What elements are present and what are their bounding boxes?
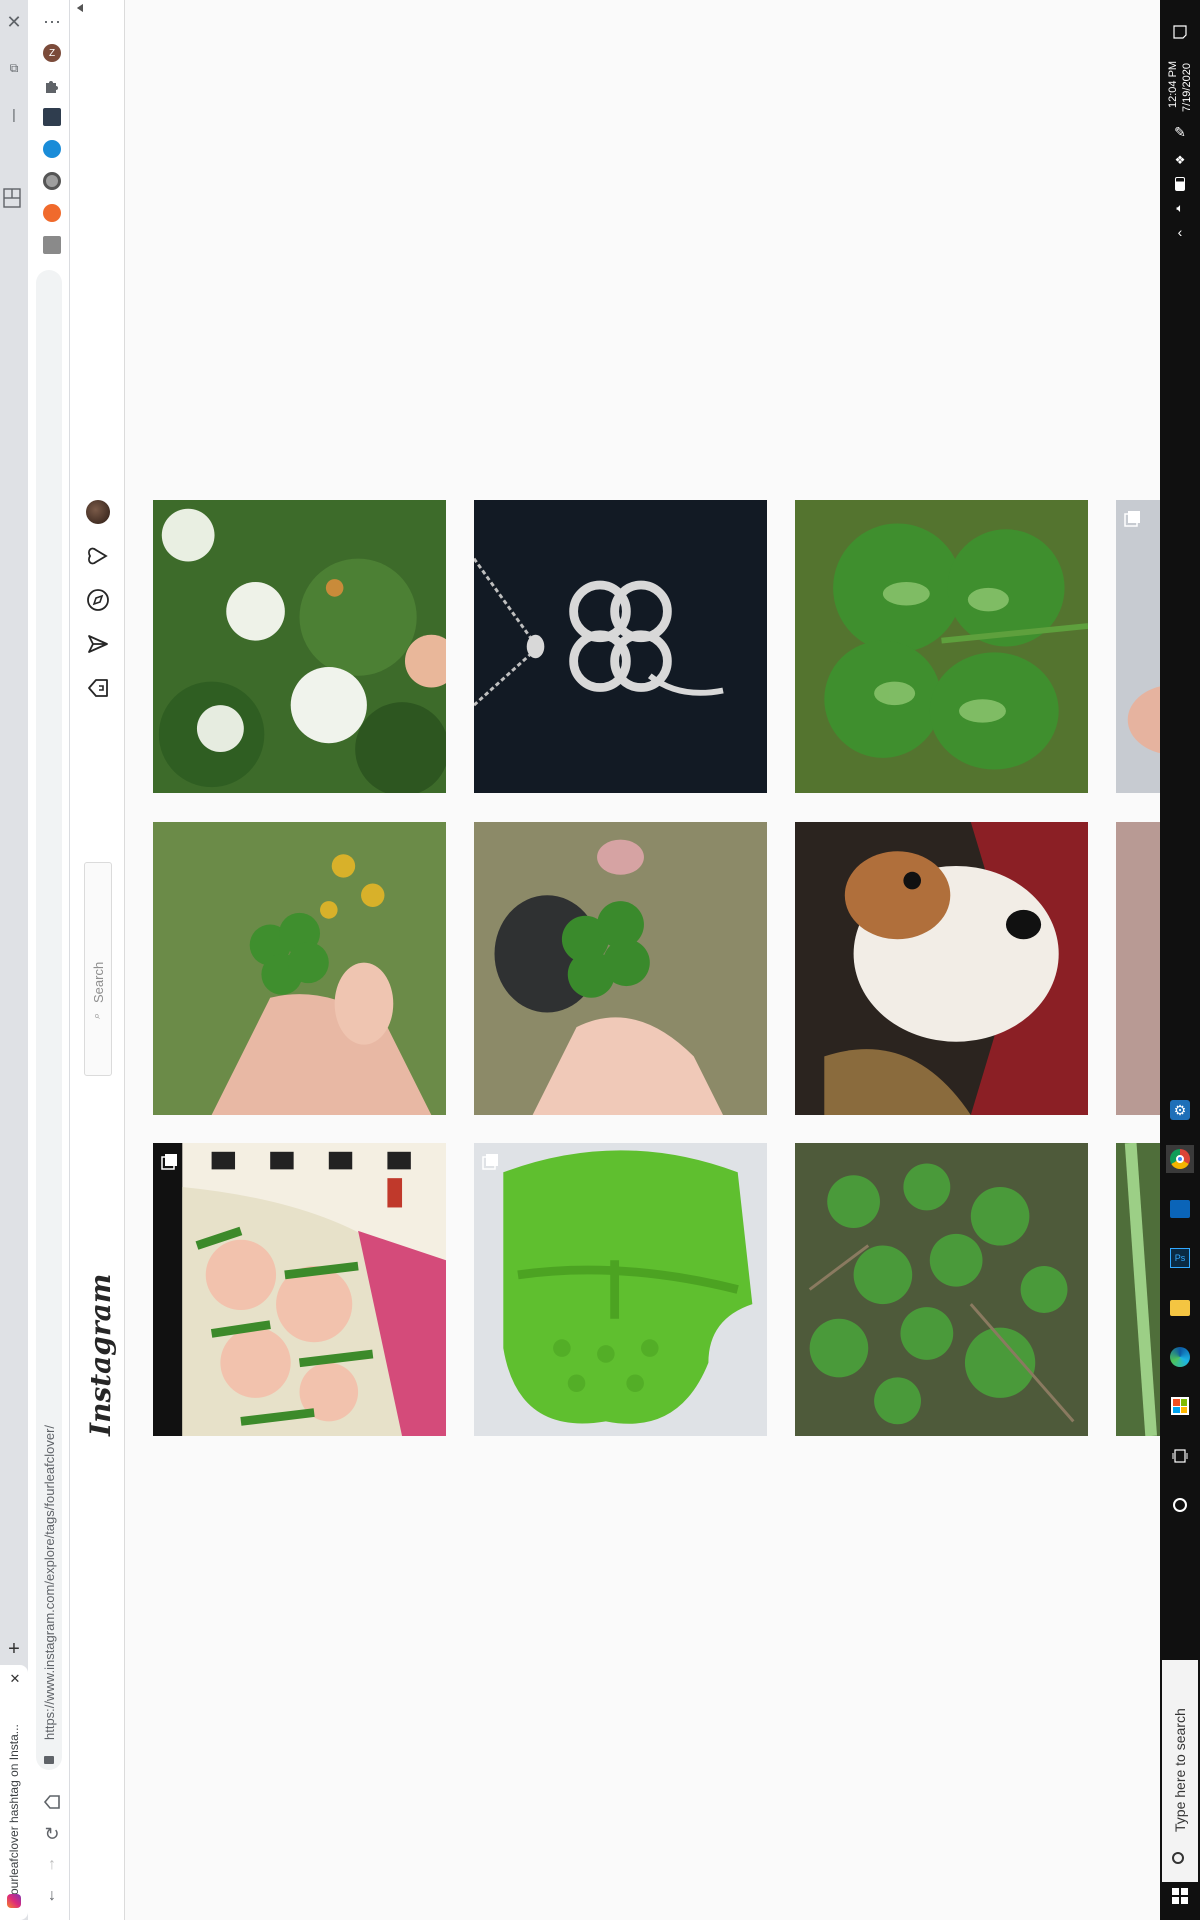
cortana-icon[interactable]: [1166, 1491, 1194, 1519]
task-view-icon[interactable]: [1166, 1442, 1194, 1470]
file-explorer-app-icon[interactable]: [1166, 1294, 1194, 1322]
post-tile-clover-patch[interactable]: [795, 1143, 1088, 1436]
close-window-icon[interactable]: ✕: [2, 10, 26, 34]
lock-icon: [44, 1756, 54, 1764]
edge-app-icon[interactable]: [1166, 1343, 1194, 1371]
settings-app-icon[interactable]: ⚙: [1166, 1096, 1194, 1124]
post-tile-illustration[interactable]: [153, 1143, 446, 1436]
close-tab-icon[interactable]: ✕: [3, 1667, 27, 1691]
extensions-icon[interactable]: [40, 74, 64, 98]
post-tile-clover-in-fingers[interactable]: [474, 822, 767, 1115]
home-icon[interactable]: [84, 674, 112, 702]
menu-icon[interactable]: ⋯: [40, 10, 64, 34]
restore-window-icon[interactable]: ⧉: [2, 56, 26, 80]
explore-compass-icon[interactable]: [84, 586, 112, 614]
post-tile-partial-3[interactable]: [1116, 1143, 1160, 1436]
multiple-photos-icon: [482, 1153, 499, 1170]
multiple-photos-icon: [1124, 510, 1141, 527]
action-center-icon[interactable]: [1166, 18, 1194, 46]
post-tile-partial-1[interactable]: [1116, 500, 1160, 793]
post-tile-partial-2[interactable]: [1116, 822, 1160, 1115]
new-tab-button[interactable]: +: [2, 1637, 26, 1661]
post-tile-corgi[interactable]: [795, 822, 1088, 1115]
extension-blue-icon[interactable]: [43, 140, 61, 158]
tab-actions-icon[interactable]: [0, 186, 24, 210]
scroll-left-arrow-outer[interactable]: [77, 4, 83, 12]
windows-taskbar: [1160, 0, 1200, 1920]
instagram-favicon: [7, 1894, 21, 1908]
taskbar-search-icon: [1172, 1852, 1184, 1864]
extension-chart-icon[interactable]: [43, 108, 61, 126]
direct-send-icon[interactable]: [84, 630, 112, 658]
home-button-icon[interactable]: [40, 1790, 64, 1814]
profile-avatar[interactable]: [84, 498, 112, 526]
minimize-window-icon[interactable]: |: [2, 102, 26, 126]
extension-g-icon[interactable]: [43, 236, 61, 254]
back-icon[interactable]: ↓: [40, 1884, 64, 1908]
search-placeholder: Search: [91, 961, 106, 1003]
activity-heart-icon[interactable]: [84, 542, 112, 570]
pen-icon[interactable]: ✎: [1166, 118, 1194, 146]
post-tile-clover-flowers[interactable]: [153, 500, 446, 793]
url-text: https://www.instagram.com/explore/tags/f…: [42, 1424, 57, 1740]
forward-icon[interactable]: ↑: [40, 1853, 64, 1877]
photoshop-app-icon[interactable]: Ps: [1166, 1244, 1194, 1272]
extension-gray-icon[interactable]: [43, 172, 61, 190]
multiple-photos-icon: [161, 1153, 178, 1170]
start-button-icon[interactable]: [1166, 1882, 1194, 1910]
reload-icon[interactable]: ↻: [40, 1822, 64, 1846]
post-tile-clover-in-hand[interactable]: [153, 822, 446, 1115]
taskbar-search-box[interactable]: Type here to search: [1162, 1660, 1198, 1882]
search-icon: ⌕: [91, 1012, 103, 1019]
tab-title: #fourleafclover hashtag on Insta...: [7, 1724, 21, 1905]
address-bar[interactable]: https://www.instagram.com/explore/tags/f…: [36, 270, 62, 1770]
outlook-app-icon[interactable]: [1166, 1195, 1194, 1223]
post-tile-clover-necklace[interactable]: [474, 500, 767, 793]
hashtag-feed: [125, 0, 1160, 1920]
profile-avatar-icon[interactable]: Z: [43, 44, 61, 62]
post-tile-four-leaf-clover[interactable]: [795, 500, 1088, 793]
chrome-app-icon[interactable]: [1166, 1145, 1194, 1173]
clock-time[interactable]: 12:04 PM: [1167, 61, 1179, 108]
store-app-icon[interactable]: [1166, 1392, 1194, 1420]
search-input[interactable]: Search ⌕: [84, 862, 112, 1076]
extension-orange-icon[interactable]: [43, 204, 61, 222]
instagram-logo[interactable]: Instagram: [84, 1274, 117, 1436]
taskbar-search-placeholder: Type here to search: [1172, 1708, 1188, 1832]
browser-tab-strip: ✕ ⧉ | + ✕ #fourleafclover hashtag on Ins…: [0, 0, 28, 1920]
show-hidden-icons-icon[interactable]: ‹: [1166, 218, 1194, 246]
tab-instagram[interactable]: ✕ #fourleafclover hashtag on Insta...: [0, 1665, 28, 1920]
post-tile-crochet-clover[interactable]: [474, 1143, 767, 1436]
clock-date[interactable]: 7/19/2020: [1181, 63, 1193, 112]
